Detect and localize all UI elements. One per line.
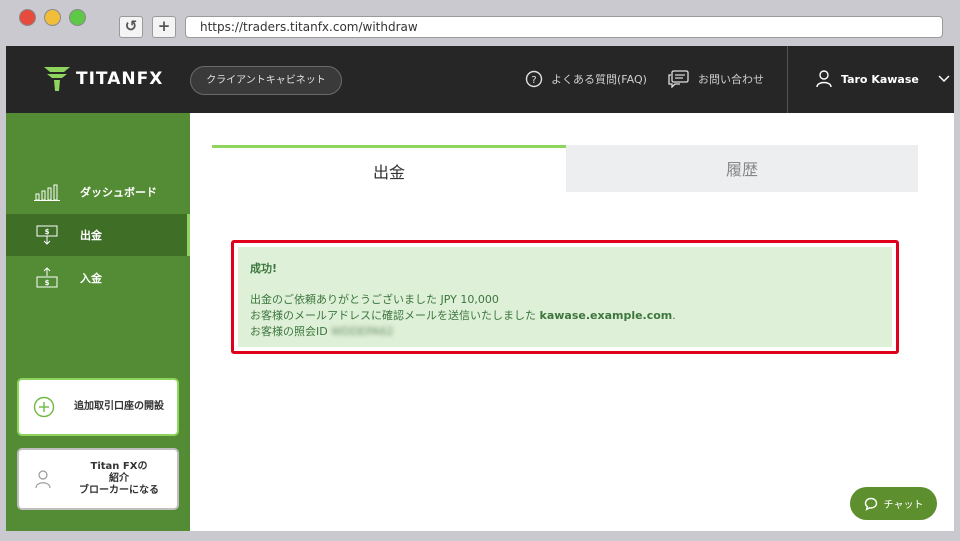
main-content: 出金 履歴 成功! 出金のご依頼ありがとうございました JPY 10,000 お…	[190, 113, 954, 531]
contact-label: お問い合わせ	[698, 73, 764, 86]
user-menu[interactable]: Taro Kawase	[816, 70, 950, 88]
reload-button[interactable]: ↺	[119, 16, 143, 38]
person-icon	[35, 470, 51, 489]
chat-label: チャット	[883, 500, 924, 511]
contact-link[interactable]: お問い合わせ	[668, 70, 764, 88]
withdraw-icon: $	[36, 225, 58, 245]
email-sent-line: お客様のメールアドレスに確認メールを送信いたしました kawase.exampl…	[250, 308, 880, 324]
open-additional-account-button[interactable]: 追加取引口座の開設	[17, 378, 179, 436]
reference-id-label: お客様の照会ID	[250, 325, 332, 338]
become-broker-line1: Titan FXの	[90, 461, 148, 472]
sidebar-item-deposit[interactable]: $ 入金	[6, 257, 190, 299]
svg-text:$: $	[45, 228, 50, 236]
become-broker-line3: ブローカーになる	[79, 485, 159, 496]
become-broker-line2: 紹介	[109, 473, 129, 484]
reference-id-line: お客様の照会ID WDDEPA62	[250, 324, 880, 340]
success-alert-title: 成功!	[250, 262, 278, 275]
sidebar-item-label: 出金	[80, 229, 102, 242]
tab-withdraw[interactable]: 出金	[212, 145, 566, 192]
deposit-icon: $	[36, 267, 58, 288]
question-circle-icon: ?	[525, 70, 543, 88]
sidebar-item-withdraw[interactable]: $ 出金	[6, 214, 190, 256]
top-bar: TITANFX クライアントキャビネット ? よくある質問(FAQ) お問い合わ…	[6, 46, 954, 113]
new-tab-button[interactable]: +	[152, 16, 176, 38]
user-name: Taro Kawase	[841, 72, 919, 86]
chat-button[interactable]: チャット	[850, 487, 937, 520]
chat-icon	[864, 497, 877, 511]
sidebar-item-label: ダッシュボード	[80, 186, 157, 199]
maximize-window-button[interactable]	[69, 9, 86, 26]
become-introducing-broker-button[interactable]: Titan FXの 紹介 ブローカーになる	[17, 448, 179, 510]
sidebar-item-label: 入金	[80, 272, 102, 285]
app-window: TITANFX クライアントキャビネット ? よくある質問(FAQ) お問い合わ…	[6, 46, 954, 531]
url-bar[interactable]: https://traders.titanfx.com/withdraw	[185, 16, 943, 38]
faq-label: よくある質問(FAQ)	[551, 73, 647, 86]
header-divider	[787, 46, 788, 113]
plus-icon: +	[157, 17, 171, 35]
chat-bubbles-icon	[668, 70, 689, 88]
email-sent-text: お客様のメールアドレスに確認メールを送信いたしました	[250, 309, 540, 322]
svg-text:$: $	[45, 279, 50, 287]
minimize-window-button[interactable]	[44, 9, 61, 26]
close-window-button[interactable]	[19, 9, 36, 26]
titanfx-logo[interactable]: TITANFX	[44, 67, 163, 91]
sidebar-item-dashboard[interactable]: ダッシュボード	[6, 171, 190, 213]
success-alert: 成功! 出金のご依頼ありがとうございました JPY 10,000 お客様のメール…	[231, 240, 899, 354]
tab-history[interactable]: 履歴	[566, 145, 918, 192]
reference-id-value: WDDEPA62	[331, 325, 394, 338]
sidebar: ダッシュボード $ 出金 $ 入金 追加取引口座の開設 Titan FXの 紹介…	[6, 113, 190, 531]
reload-icon: ↺	[124, 17, 138, 35]
success-alert-body: 成功! 出金のご依頼ありがとうございました JPY 10,000 お客様のメール…	[238, 247, 892, 347]
logo-text: TITANFX	[76, 69, 164, 89]
email-sent-suffix: .	[672, 309, 676, 322]
titan-logo-icon	[44, 67, 70, 91]
user-icon	[816, 70, 832, 88]
bar-chart-icon	[34, 184, 60, 201]
svg-text:?: ?	[531, 75, 536, 86]
chevron-down-icon	[938, 75, 950, 83]
email-address: kawase.example.com	[539, 309, 673, 322]
faq-link[interactable]: ? よくある質問(FAQ)	[525, 70, 647, 88]
client-cabinet-button[interactable]: クライアントキャビネット	[190, 66, 342, 95]
plus-circle-icon	[33, 396, 55, 418]
withdraw-confirmation-line: 出金のご依頼ありがとうございました JPY 10,000	[250, 293, 499, 306]
browser-chrome: ↺ + https://traders.titanfx.com/withdraw	[0, 0, 960, 46]
